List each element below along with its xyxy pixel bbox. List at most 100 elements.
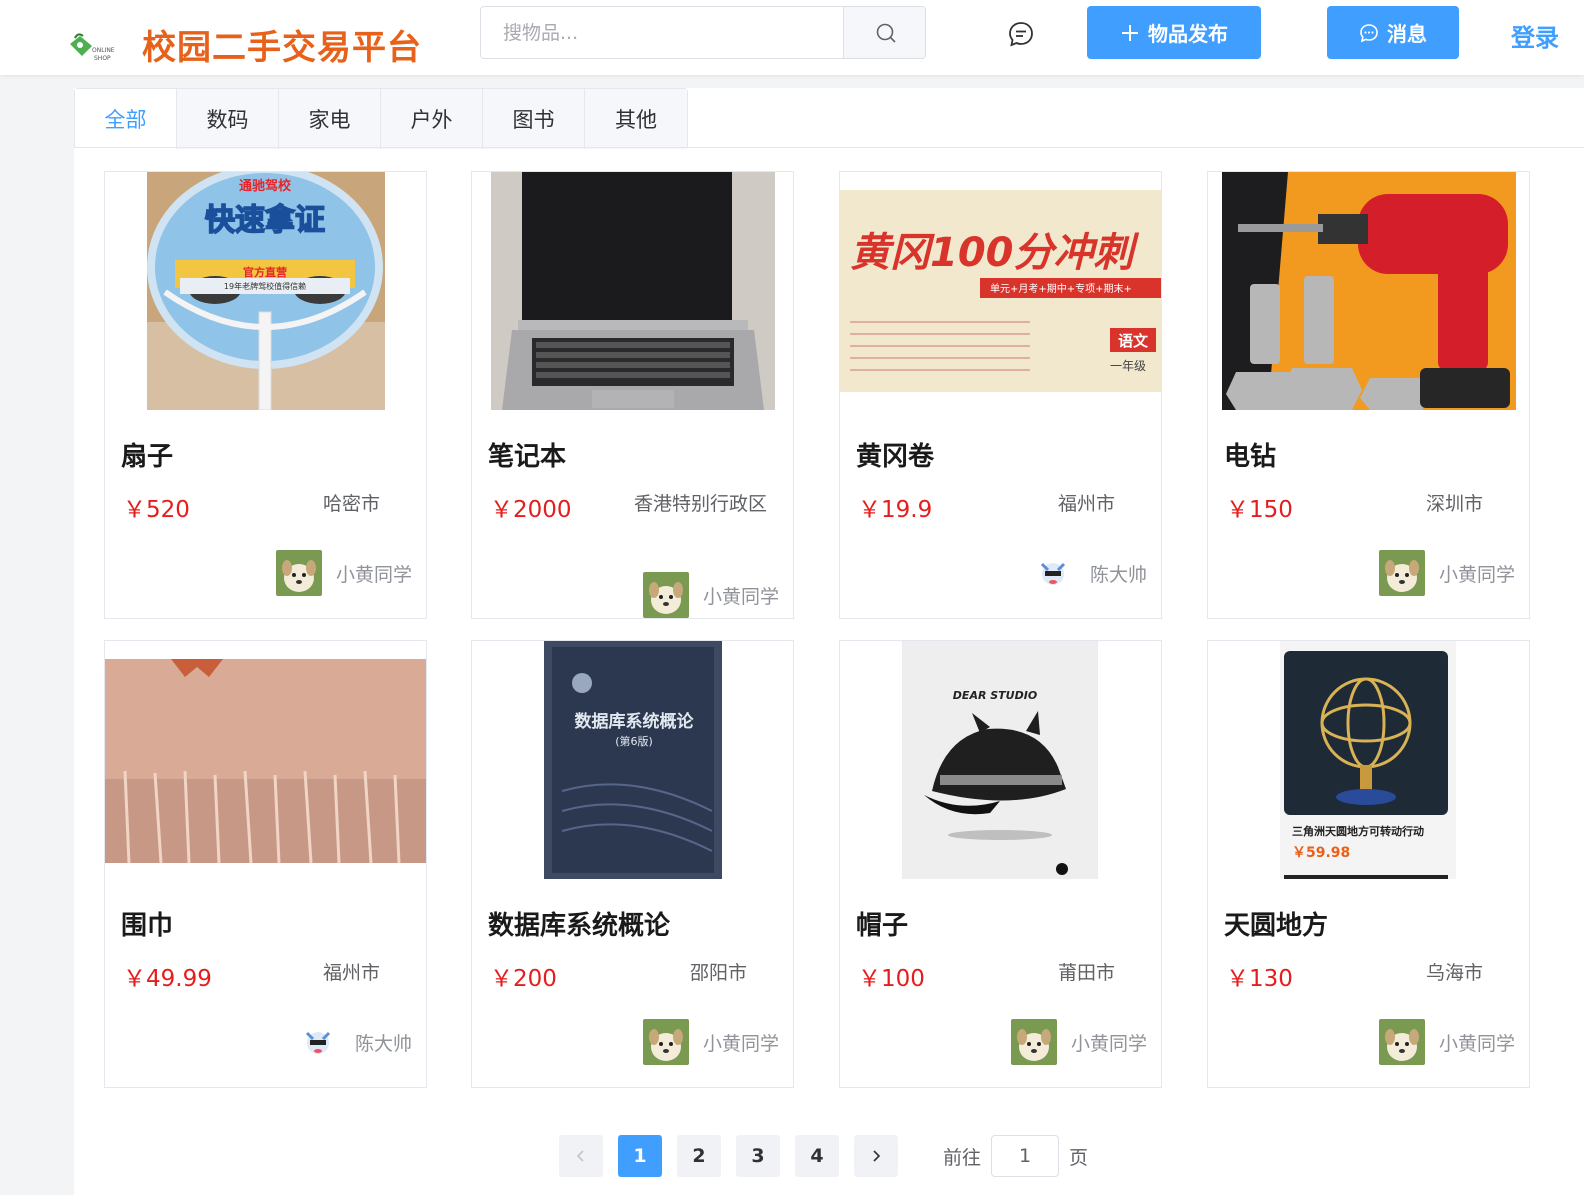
page-button-3[interactable]: 3 [736, 1135, 780, 1177]
svg-text:数据库系统概论: 数据库系统概论 [575, 711, 695, 732]
product-name: 电钻 [1224, 442, 1277, 472]
seller-avatar-cartoon [1029, 550, 1076, 596]
tab-all[interactable]: 全部 [75, 89, 177, 149]
seller-info[interactable]: 小黄同学 [1378, 1019, 1515, 1065]
product-image-db-book[interactable]: 数据库系统概论 (第6版) [472, 641, 793, 879]
product-city: 乌海市 [1426, 962, 1484, 984]
product-image-fan[interactable]: 通驰驾校 快速拿证 官方直营 19年老牌驾校值得信赖 [105, 172, 426, 410]
product-name: 数据库系统概论 [488, 911, 671, 941]
goto-page-input[interactable] [991, 1135, 1060, 1177]
tab-outdoor[interactable]: 户外 [381, 89, 483, 149]
top-header: ONLINE SHOP 校园二手交易平台 物品发布 [0, 0, 1584, 75]
product-price: ￥130 [1226, 966, 1293, 992]
product-city: 哈密市 [323, 493, 381, 515]
svg-text:单元+月考+期中+专项+期末+: 单元+月考+期中+专项+期末+ [990, 282, 1132, 295]
brand-title: 校园二手交易平台 [142, 28, 422, 68]
tabs-divider [74, 147, 1584, 148]
page-jumper: 前往 页 [943, 1135, 1088, 1177]
messages-label: 消息 [1387, 22, 1427, 46]
product-image-hat[interactable]: DEAR STUDIO [840, 641, 1161, 879]
message-icon [1360, 23, 1378, 42]
product-name: 笔记本 [488, 442, 567, 472]
product-price: ￥2000 [490, 497, 572, 523]
product-city: 邵阳市 [690, 962, 748, 984]
page-button-2[interactable]: 2 [677, 1135, 721, 1177]
category-tabs: 全部 数码 家电 户外 图书 其他 [74, 88, 688, 149]
product-city: 莆田市 [1058, 962, 1116, 984]
seller-info[interactable]: 小黄同学 [1010, 1019, 1147, 1065]
product-price: ￥19.9 [858, 497, 933, 523]
product-image-laptop[interactable] [472, 172, 793, 410]
search-icon [876, 23, 896, 43]
product-card-db-book[interactable]: 数据库系统概论 (第6版) 数据库系统概论 ￥200 邵阳市 小黄同学 [471, 640, 794, 1088]
seller-avatar-cartoon [294, 1019, 341, 1065]
svg-text:ONLINE: ONLINE [92, 47, 115, 54]
svg-text:快速拿证: 快速拿证 [205, 203, 325, 238]
product-name: 帽子 [856, 911, 909, 941]
seller-name: 陈大帅 [1089, 563, 1147, 586]
product-price: ￥100 [858, 966, 925, 992]
product-city: 福州市 [323, 962, 381, 984]
page-button-4[interactable]: 4 [795, 1135, 839, 1177]
svg-text:19年老牌驾校值得信赖: 19年老牌驾校值得信赖 [224, 281, 306, 291]
search-button[interactable] [843, 7, 925, 58]
messages-button[interactable]: 消息 [1327, 6, 1459, 59]
seller-avatar-dog [1010, 1019, 1057, 1065]
svg-text:黄冈100分冲刺: 黄冈100分冲刺 [850, 230, 1139, 276]
seller-avatar-dog [642, 572, 689, 618]
seller-name: 小黄同学 [702, 1032, 779, 1055]
next-page-button[interactable] [854, 1135, 898, 1177]
product-name: 黄冈卷 [856, 442, 935, 472]
svg-text:通驰驾校: 通驰驾校 [239, 178, 292, 194]
product-name: 天圆地方 [1224, 911, 1329, 941]
chevron-right-icon [873, 1150, 881, 1162]
prev-page-button[interactable] [559, 1135, 603, 1177]
login-link[interactable]: 登录 [1511, 18, 1559, 53]
tab-other[interactable]: 其他 [585, 89, 687, 149]
product-price: ￥200 [490, 966, 557, 992]
page-button-1[interactable]: 1 [618, 1135, 662, 1177]
product-image-armillary[interactable]: 三角洲天圆地方可转动行动 ￥59.98 [1208, 641, 1529, 879]
online-shop-logo[interactable]: ONLINE SHOP [66, 30, 118, 64]
tab-digital[interactable]: 数码 [177, 89, 279, 149]
product-card-drill[interactable]: 电钻 ￥150 深圳市 小黄同学 [1207, 171, 1530, 619]
product-name: 围巾 [121, 911, 174, 941]
tab-appliances[interactable]: 家电 [279, 89, 381, 149]
seller-info[interactable]: 小黄同学 [1378, 550, 1515, 596]
seller-name: 小黄同学 [335, 563, 412, 586]
chat-bubble-icon[interactable] [1006, 19, 1036, 49]
product-price: ￥520 [123, 497, 190, 523]
svg-text:DEAR STUDIO: DEAR STUDIO [953, 689, 1037, 702]
product-city: 深圳市 [1426, 493, 1484, 515]
publish-label: 物品发布 [1148, 22, 1228, 46]
chevron-left-icon [576, 1150, 584, 1162]
seller-info[interactable]: 陈大帅 [294, 1019, 412, 1065]
svg-text:官方直营: 官方直营 [243, 265, 287, 279]
product-image-exam-paper[interactable]: 黄冈100分冲刺 单元+月考+期中+专项+期末+ 语文 一年级 [840, 172, 1161, 410]
seller-info[interactable]: 小黄同学 [275, 550, 412, 596]
product-name: 扇子 [121, 442, 174, 472]
seller-name: 小黄同学 [702, 585, 779, 608]
svg-text:一年级: 一年级 [1110, 359, 1146, 373]
seller-info[interactable]: 小黄同学 [642, 1019, 779, 1065]
product-city: 香港特别行政区 [634, 493, 768, 515]
tab-books[interactable]: 图书 [483, 89, 585, 149]
seller-info[interactable]: 陈大帅 [1029, 550, 1147, 596]
seller-info[interactable]: 小黄同学 [642, 572, 779, 618]
product-image-scarf[interactable] [105, 641, 426, 879]
product-card-laptop[interactable]: 笔记本 ￥2000 香港特别行政区 小黄同学 [471, 171, 794, 619]
seller-avatar-dog [642, 1019, 689, 1065]
product-card-exam-paper[interactable]: 黄冈100分冲刺 单元+月考+期中+专项+期末+ 语文 一年级 黄冈卷 ￥19.… [839, 171, 1162, 619]
product-card-hat[interactable]: DEAR STUDIO 帽子 ￥100 莆田市 小黄同学 [839, 640, 1162, 1088]
search-input[interactable] [481, 7, 843, 58]
product-card-scarf[interactable]: 围巾 ￥49.99 福州市 陈大帅 [104, 640, 427, 1088]
product-price: ￥49.99 [123, 966, 212, 992]
seller-avatar-dog [1378, 550, 1425, 596]
svg-text:￥59.98: ￥59.98 [1292, 845, 1350, 861]
product-card-fan[interactable]: 通驰驾校 快速拿证 官方直营 19年老牌驾校值得信赖 扇子 ￥520 哈密市 小… [104, 171, 427, 619]
svg-text:(第6版): (第6版) [615, 734, 653, 748]
svg-text:三角洲天圆地方可转动行动: 三角洲天圆地方可转动行动 [1292, 824, 1424, 838]
publish-item-button[interactable]: 物品发布 [1087, 6, 1261, 59]
product-card-armillary[interactable]: 三角洲天圆地方可转动行动 ￥59.98 天圆地方 ￥130 乌海市 小黄同学 [1207, 640, 1530, 1088]
product-image-drill[interactable] [1208, 172, 1529, 410]
